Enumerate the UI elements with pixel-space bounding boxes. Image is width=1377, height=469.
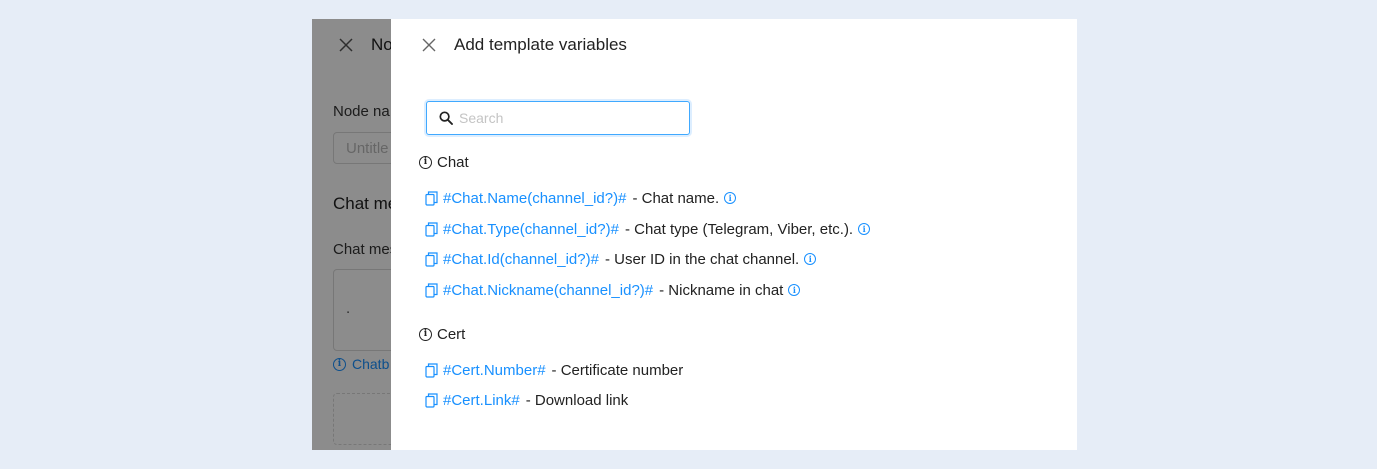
variable-description: - Download link [525, 391, 629, 409]
variable-link[interactable]: #Cert.Number# [443, 362, 546, 379]
group-header: i Chat [419, 152, 469, 172]
variable-row: #Chat.Nickname(channel_id?)# - Nickname … [425, 280, 801, 300]
copy-icon[interactable] [425, 362, 438, 378]
drawer-title: Add template variables [454, 35, 627, 54]
close-icon[interactable] [421, 37, 437, 53]
variable-link[interactable]: #Chat.Type(channel_id?)# [443, 221, 619, 238]
info-icon[interactable]: i [724, 192, 737, 204]
variable-link[interactable]: #Chat.Name(channel_id?)# [443, 190, 626, 207]
info-icon: i [419, 155, 432, 169]
copy-icon[interactable] [425, 282, 438, 298]
variable-description: - Chat type (Telegram, Viber, etc.). [624, 220, 854, 238]
group-title: Cert [437, 325, 466, 343]
add-template-variables-drawer: Add template variables i Chat #Chat.Name… [391, 19, 1077, 450]
variable-row: #Cert.Link# - Download link [425, 390, 628, 410]
search-field[interactable] [426, 101, 690, 135]
variable-description: - Chat name. [632, 189, 720, 207]
variable-description: - Certificate number [551, 361, 684, 379]
variable-group-cert: i Cert [419, 324, 465, 344]
variable-row: #Chat.Type(channel_id?)# - Chat type (Te… [425, 219, 871, 239]
variable-row: #Chat.Name(channel_id?)# - Chat name. i [425, 188, 737, 208]
copy-icon[interactable] [425, 392, 438, 408]
copy-icon[interactable] [425, 190, 438, 206]
search-icon [439, 111, 453, 125]
variable-link[interactable]: #Cert.Link# [443, 392, 520, 409]
info-icon[interactable]: i [788, 284, 801, 296]
copy-icon[interactable] [425, 221, 438, 237]
search-input[interactable] [459, 102, 681, 134]
copy-icon[interactable] [425, 251, 438, 267]
variable-description: - User ID in the chat channel. [604, 250, 800, 268]
variable-row: #Chat.Id(channel_id?)# - User ID in the … [425, 249, 817, 269]
variable-link[interactable]: #Chat.Nickname(channel_id?)# [443, 282, 653, 299]
variable-row: #Cert.Number# - Certificate number [425, 360, 683, 380]
info-icon: i [419, 327, 432, 341]
variable-description: - Nickname in chat [659, 281, 784, 299]
group-header: i Cert [419, 324, 465, 344]
group-title: Chat [437, 153, 469, 171]
variable-group-chat: i Chat [419, 152, 469, 172]
info-icon[interactable]: i [804, 253, 817, 265]
variable-link[interactable]: #Chat.Id(channel_id?)# [443, 251, 599, 268]
info-icon[interactable]: i [858, 223, 871, 235]
